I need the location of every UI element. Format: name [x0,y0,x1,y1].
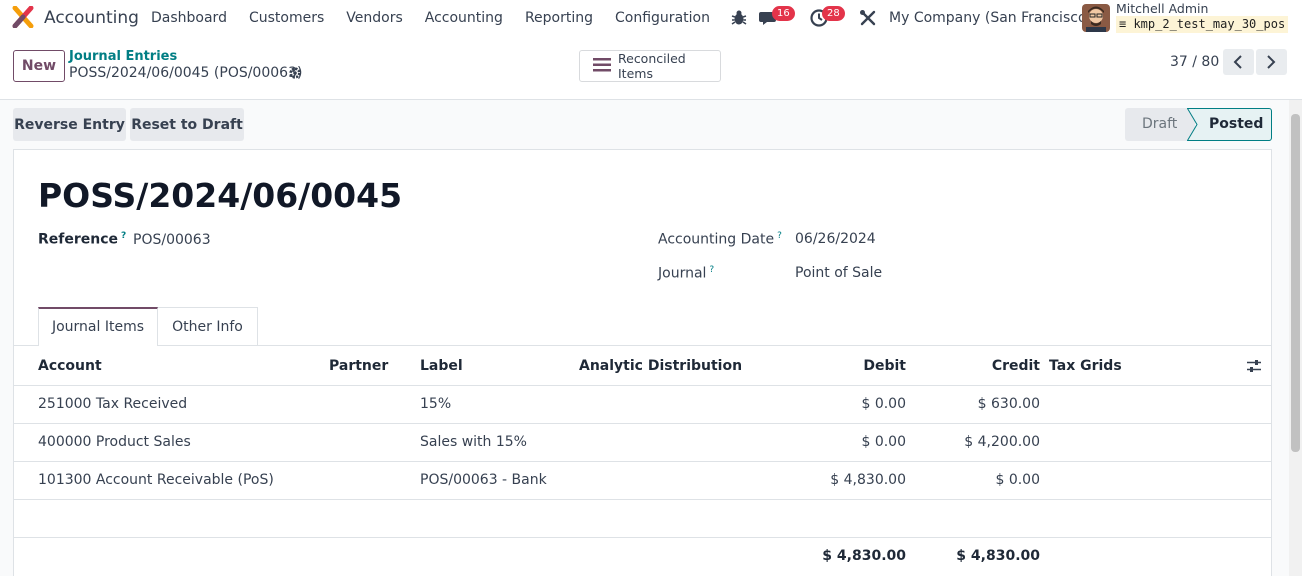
row-debit: $ 0.00 [861,434,906,450]
journal-label: Journal? [658,265,714,282]
main-menu: Dashboard Customers Vendors Accounting R… [140,0,721,36]
app-name[interactable]: Accounting [44,8,139,28]
bug-icon[interactable] [729,8,749,28]
optional-columns-icon[interactable] [1246,359,1262,373]
menu-customers[interactable]: Customers [238,0,335,36]
menu-configuration[interactable]: Configuration [604,0,721,36]
menu-dashboard[interactable]: Dashboard [140,0,238,36]
row-account: 101300 Account Receivable (PoS) [38,472,274,488]
row-credit: $ 630.00 [977,396,1040,412]
total-credit: $ 4,830.00 [956,548,1040,564]
status-posted[interactable]: Posted [1187,108,1272,141]
status-draft[interactable]: Draft [1125,108,1195,141]
table-row[interactable]: 251000 Tax Received 15% $ 0.00 $ 630.00 [14,386,1271,424]
chevron-left-icon [1233,55,1242,69]
col-tax-grids[interactable]: Tax Grids [1049,358,1122,374]
user-avatar[interactable] [1082,4,1110,32]
form-sheet: POSS/2024/06/0045 Reference? POS/00063 A… [13,149,1272,576]
accounting-date-help-icon[interactable]: ? [777,231,782,241]
tab-other-info[interactable]: Other Info [157,307,258,346]
messages-badge: 16 [772,6,795,21]
reset-to-draft-button[interactable]: Reset to Draft [130,108,244,141]
col-account[interactable]: Account [38,358,102,374]
row-label: Sales with 15% [420,434,527,450]
status-draft-label: Draft [1142,116,1178,132]
journal-items-header: Account Partner Label Analytic Distribut… [14,346,1271,386]
row-credit: $ 4,200.00 [964,434,1040,450]
table-row[interactable]: 400000 Product Sales Sales with 15% $ 0.… [14,424,1271,462]
activities-badge: 28 [822,6,845,21]
col-label[interactable]: Label [420,358,463,374]
pager-next-button[interactable] [1256,49,1287,75]
pager-previous-button[interactable] [1223,49,1254,75]
page-scrollbar[interactable] [1289,100,1302,576]
accounting-date-field[interactable]: 06/26/2024 [795,231,876,247]
journal-label-text: Journal [658,265,707,282]
reverse-entry-button[interactable]: Reverse Entry [13,108,126,141]
menu-accounting[interactable]: Accounting [414,0,514,36]
col-debit[interactable]: Debit [806,358,906,374]
reference-label: Reference? [38,231,126,248]
reference-field[interactable]: POS/00063 [133,232,211,248]
tab-journal-items[interactable]: Journal Items [38,307,158,346]
tools-icon[interactable] [858,8,878,28]
journal-field[interactable]: Point of Sale [795,265,882,281]
row-label: 15% [420,396,452,412]
empty-row[interactable] [14,500,1271,538]
menu-vendors[interactable]: Vendors [335,0,413,36]
row-debit: $ 4,830.00 [830,472,906,488]
menu-reporting[interactable]: Reporting [514,0,604,36]
gear-icon[interactable] [288,66,302,80]
list-icon [593,58,611,72]
col-analytic-distribution[interactable]: Analytic Distribution [579,358,742,374]
col-credit[interactable]: Credit [940,358,1040,374]
company-switcher[interactable]: My Company (San Francisco) [889,10,1092,26]
row-account: 400000 Product Sales [38,434,191,450]
control-panel: New Journal Entries POSS/2024/06/0045 (P… [0,36,1302,100]
breadcrumb-journal-entries[interactable]: Journal Entries [69,49,177,64]
database-name: ≡ kmp_2_test_may_30_pos [1116,16,1289,33]
entry-title: POSS/2024/06/0045 [38,176,403,215]
reference-help-icon[interactable]: ? [121,231,126,241]
journal-help-icon[interactable]: ? [709,265,714,275]
accounting-date-label: Accounting Date? [658,231,782,248]
scrollbar-thumb[interactable] [1291,114,1300,452]
col-partner[interactable]: Partner [329,358,388,374]
accounting-date-label-text: Accounting Date [658,231,775,248]
row-debit: $ 0.00 [861,396,906,412]
database-icon: ≡ [1119,17,1134,31]
status-posted-label: Posted [1209,116,1264,132]
row-account: 251000 Tax Received [38,396,188,412]
total-debit: $ 4,830.00 [822,548,906,564]
accounting-app-icon[interactable] [12,6,34,28]
breadcrumb-current-record: POSS/2024/06/0045 (POS/00063) [69,65,303,81]
database-label: kmp_2_test_may_30_pos [1133,17,1286,31]
pager-value[interactable]: 37 / 80 [1170,54,1219,70]
top-navbar: Accounting Dashboard Customers Vendors A… [0,0,1302,36]
status-bar: Draft Posted [1125,108,1272,141]
row-label: POS/00063 - Bank [420,472,547,488]
chevron-right-icon [1267,55,1276,69]
row-credit: $ 0.00 [995,472,1040,488]
reference-label-text: Reference [38,231,119,248]
new-button[interactable]: New [13,50,65,82]
table-row[interactable]: 101300 Account Receivable (PoS) POS/0006… [14,462,1271,500]
user-name[interactable]: Mitchell Admin [1116,1,1208,16]
